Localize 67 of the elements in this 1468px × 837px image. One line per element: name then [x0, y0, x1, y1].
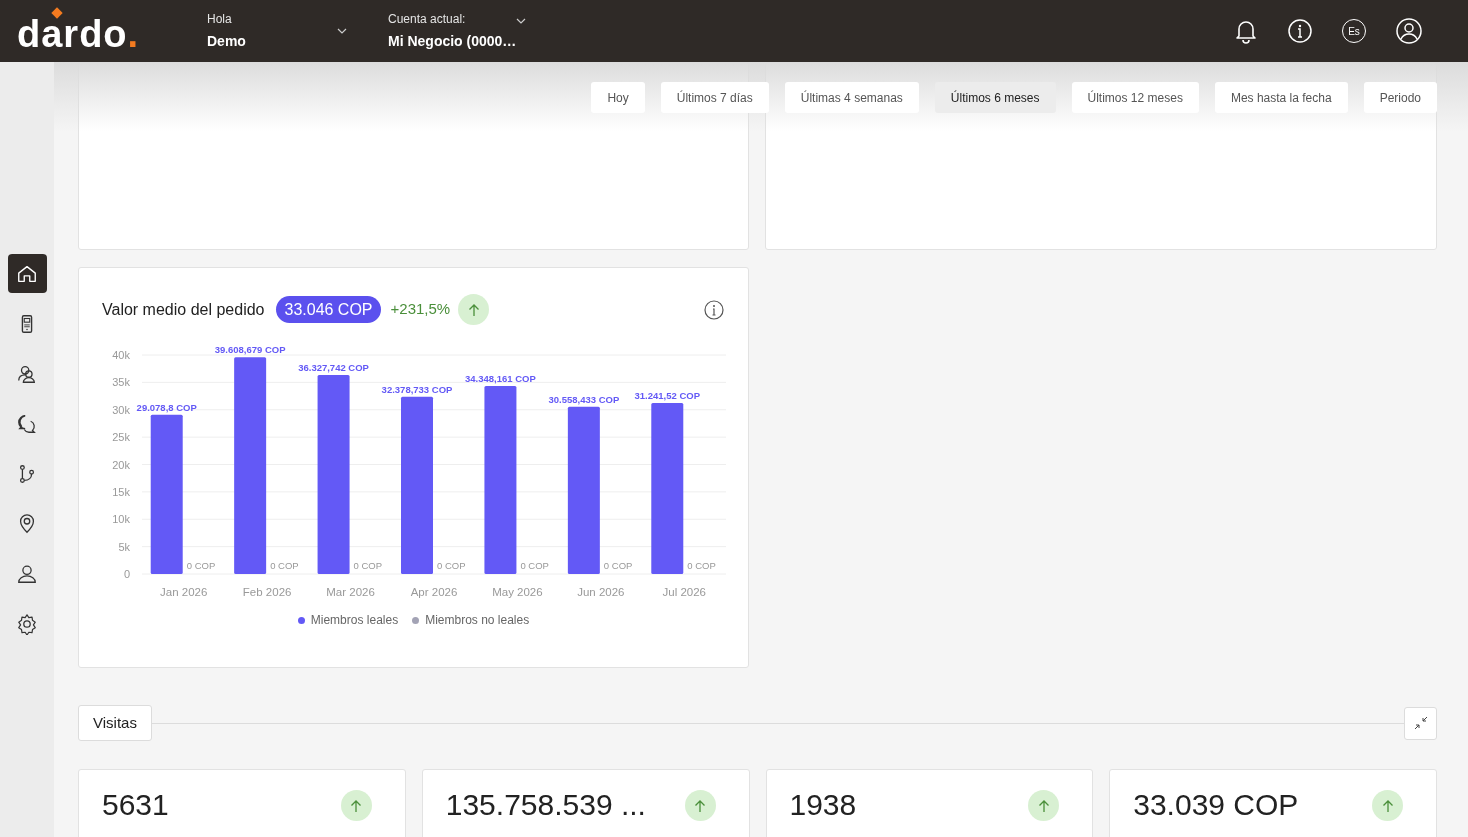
chevron-down-icon: [516, 18, 527, 24]
value-label: 34.348,161 COP: [465, 372, 536, 384]
axis-label: Apr 2026: [410, 586, 458, 598]
axis-label: Jun 2026: [577, 586, 625, 598]
user-name: Demo: [207, 32, 246, 51]
axis-label: Jan 2026: [160, 586, 208, 598]
trend-up-icon: [1372, 790, 1403, 821]
section-tab[interactable]: Visitas: [78, 705, 152, 741]
axis-label: 20k: [112, 458, 130, 471]
value-label: 0 COP: [603, 560, 633, 571]
axis-label: 25k: [112, 431, 130, 444]
period-tab[interactable]: Últimos 7 días: [660, 82, 769, 113]
greeting-label: Hola: [207, 11, 233, 28]
chevron-down-icon: [337, 28, 347, 34]
period-tab[interactable]: Últimos 12 meses: [1071, 82, 1199, 113]
value-label: 36.327,742 COP: [298, 362, 369, 374]
legend-label: Miembros no leales: [425, 612, 530, 629]
trend-up-icon: [1028, 790, 1060, 821]
value-label: 0 COP: [687, 560, 716, 571]
logo[interactable]: dardo.: [17, 5, 162, 57]
stat-value: 5631: [102, 790, 169, 820]
account-label: Cuenta actual:: [388, 11, 467, 28]
axis-label: May 2026: [492, 586, 543, 598]
axis-label: 10k: [112, 513, 130, 526]
value-label: 0 COP: [353, 560, 383, 571]
axis-label: 0: [123, 568, 130, 580]
value-label: 0 COP: [270, 560, 299, 571]
period-tab[interactable]: Últimos 6 meses: [934, 82, 1056, 113]
period-tab[interactable]: Hoy: [591, 82, 645, 113]
value-label: 32.378,733 COP: [381, 383, 453, 395]
info-icon[interactable]: [704, 299, 724, 320]
account-menu[interactable]: Cuenta actual: Mi Negocio (0000…: [388, 10, 527, 52]
axis-label: Feb 2026: [242, 586, 292, 598]
stat-value: 1938: [789, 790, 857, 820]
trend-up-icon: [340, 790, 372, 821]
period-tab[interactable]: Últimas 4 semanas: [784, 82, 919, 113]
legend-label: Miembros leales: [310, 612, 399, 629]
axis-label: Mar 2026: [326, 586, 375, 598]
axis-label: 40k: [112, 349, 130, 361]
value-label: 39.608,679 COP: [214, 344, 286, 356]
axis-label: 35k: [112, 376, 130, 389]
axis-label: Jul 2026: [662, 586, 707, 598]
user-circle-icon[interactable]: [1396, 18, 1422, 44]
bell-icon[interactable]: [1234, 18, 1258, 44]
stat-value: 33.039 COP: [1133, 790, 1299, 820]
period-tab[interactable]: Periodo: [1363, 82, 1437, 113]
axis-label: 5k: [118, 540, 130, 553]
value-label: 31.241,52 COP: [634, 389, 701, 401]
value-label: 0 COP: [186, 560, 216, 571]
period-tab[interactable]: Mes hasta la fecha: [1214, 82, 1348, 113]
value-badge: 33.046 COP: [276, 296, 381, 323]
account-name: Mi Negocio (0000…: [388, 32, 517, 51]
axis-label: 15k: [112, 485, 130, 498]
trend-up-icon: [684, 790, 716, 821]
value-label: 29.078,8 COP: [136, 401, 197, 413]
user-menu[interactable]: Hola Demo: [207, 10, 347, 52]
value-label: 0 COP: [520, 560, 549, 571]
collapse-icon: [1412, 715, 1429, 731]
change-percent: +231,5%: [390, 299, 451, 320]
stat-value: 135.758.539 ...: [445, 790, 646, 820]
trend-up-icon: [458, 294, 490, 325]
card-title: Valor medio del pedido: [102, 299, 265, 320]
value-label: 0 COP: [437, 560, 466, 571]
value-label: 30.558,433 COP: [548, 393, 620, 405]
collapse-button[interactable]: [1404, 706, 1437, 740]
axis-label: 30k: [112, 403, 130, 416]
home-icon[interactable]: [7, 254, 47, 293]
